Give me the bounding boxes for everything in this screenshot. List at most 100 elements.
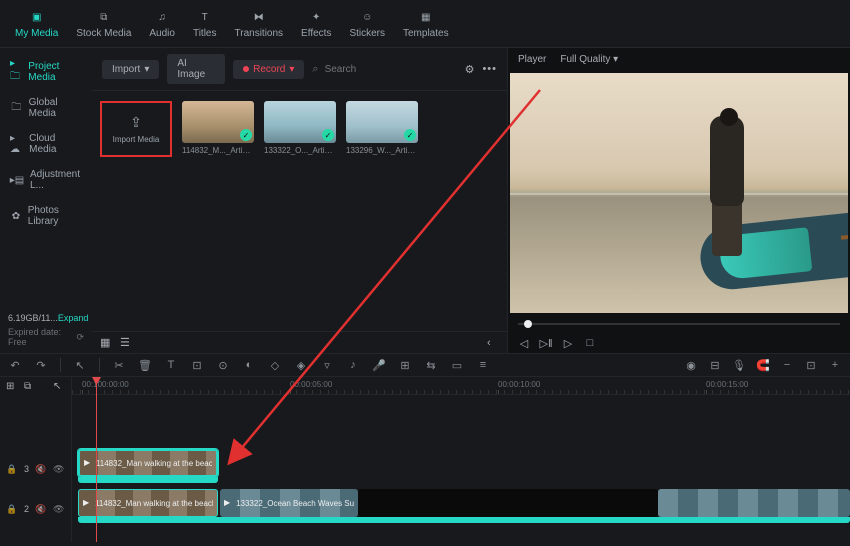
sidebar-item-global-media[interactable]: 🗀 Global Media — [0, 90, 92, 126]
tab-label: Effects — [301, 28, 331, 39]
marker-icon[interactable]: ▿ — [320, 359, 334, 372]
timeline-ruler[interactable]: 00:100:00:00 00:00:05:00 00:00:10:00 00:… — [72, 377, 850, 395]
adjust-icon[interactable]: ⇆ — [424, 359, 438, 372]
sidebar-label: Project Media — [28, 61, 82, 83]
preview-content — [672, 116, 792, 296]
track-icon[interactable]: ≡ — [476, 359, 490, 371]
mixer-icon[interactable]: ◉ — [684, 359, 698, 372]
timeline-tracks-area[interactable]: 00:100:00:00 00:00:05:00 00:00:10:00 00:… — [72, 377, 850, 542]
quality-dropdown[interactable]: Full Quality ▾ — [560, 54, 618, 65]
tab-stickers[interactable]: ☺ Stickers — [340, 4, 394, 43]
group-icon[interactable]: ⊞ — [398, 359, 412, 372]
import-button[interactable]: Import ▾ — [102, 60, 159, 79]
speed-icon[interactable]: ⊙ — [216, 359, 230, 372]
ruler-tick: 00:100:00:00 — [82, 380, 129, 389]
mute-icon[interactable]: 🔇 — [35, 464, 47, 475]
sidebar-item-adjustment[interactable]: ▸▤ Adjustment L... — [0, 162, 92, 198]
record-button[interactable]: Record ▾ — [233, 60, 304, 79]
timeline-clip[interactable]: ▶ 114832_Man walking at the beach at — [78, 449, 218, 477]
pointer-icon[interactable]: ↖ — [73, 359, 87, 372]
mic-icon[interactable]: 🎙 — [732, 359, 746, 372]
preview-title: Player — [518, 54, 546, 65]
redo-icon[interactable]: ↷ — [34, 359, 48, 372]
ai-image-button[interactable]: AI Image — [167, 54, 225, 84]
voice-icon[interactable]: 🎤 — [372, 359, 386, 372]
mask-icon[interactable]: ◇ — [268, 359, 282, 372]
timeline-clip[interactable]: ▶ 114832_Man walking at the beach at — [78, 489, 218, 517]
ruler-tick: 00:00:15:00 — [706, 380, 748, 389]
tab-my-media[interactable]: ▣ My Media — [6, 4, 67, 43]
clip-label: 114832_Man walking at the beach at — [96, 459, 212, 468]
tab-effects[interactable]: ✦ Effects — [292, 4, 340, 43]
zoom-out-icon[interactable]: − — [780, 359, 794, 372]
text-icon[interactable]: T — [164, 359, 178, 371]
lock-icon[interactable]: 🔒 — [6, 464, 18, 475]
detach-audio-icon[interactable]: ♪ — [346, 359, 360, 371]
timeline-clip[interactable] — [358, 489, 658, 517]
track-header[interactable]: 🔒 3 🔇 👁 — [0, 453, 71, 485]
preview-canvas[interactable] — [510, 73, 848, 313]
audio-meter-icon[interactable]: ⊟ — [708, 359, 722, 372]
timeline-option-icon[interactable]: ⊞ — [6, 381, 18, 392]
mute-icon[interactable]: 🔇 — [35, 504, 47, 515]
color-icon[interactable]: ◐ — [242, 359, 256, 371]
tab-transitions[interactable]: ⧓ Transitions — [226, 4, 293, 43]
eye-icon[interactable]: 👁 — [53, 504, 65, 515]
zoom-in-icon[interactable]: + — [828, 359, 842, 372]
play-icon[interactable]: ▷ — [562, 337, 574, 349]
search-input[interactable] — [325, 64, 457, 75]
sidebar-storage-info: 6.19GB/11... Expand Expired date: Free ⟳ — [0, 307, 92, 353]
filter-icon[interactable]: ⚙ — [465, 63, 475, 76]
photos-icon: ✿ — [10, 209, 22, 223]
lock-icon[interactable]: 🔒 — [6, 504, 18, 515]
playhead[interactable] — [96, 377, 97, 542]
snap-icon[interactable]: 🧲 — [756, 359, 770, 372]
link-icon[interactable]: ⧉ — [24, 381, 36, 392]
tab-titles[interactable]: T Titles — [184, 4, 226, 43]
tab-audio[interactable]: ♫ Audio — [140, 4, 184, 43]
more-icon[interactable]: ••• — [482, 63, 497, 75]
clip-audio-strip[interactable] — [78, 517, 850, 523]
media-toolbar: Import ▾ AI Image Record ▾ ⌕ ⚙ ••• — [92, 48, 507, 91]
sidebar-label: Global Media — [29, 97, 82, 119]
eye-icon[interactable]: 👁 — [53, 464, 65, 475]
preview-scrubber[interactable] — [508, 315, 850, 333]
crop-icon[interactable]: ⊡ — [190, 359, 204, 372]
cut-icon[interactable]: ✂ — [112, 359, 126, 372]
refresh-icon[interactable]: ⟳ — [76, 332, 84, 343]
list-view-icon[interactable]: ☰ — [120, 336, 132, 349]
media-thumb[interactable]: ✓ 114832_M..._Artist_4K — [182, 101, 254, 155]
grid-view-icon[interactable]: ▦ — [100, 336, 112, 349]
sidebar-item-photos[interactable]: ✿ Photos Library — [0, 198, 92, 234]
delete-icon[interactable]: 🗑 — [138, 359, 152, 372]
sidebar-label: Photos Library — [28, 205, 82, 227]
folder-icon: ▸🗀 — [10, 65, 22, 79]
chevron-down-icon: ▾ — [144, 64, 149, 75]
render-icon[interactable]: ▭ — [450, 359, 464, 372]
layer-icon: ▸▤ — [10, 173, 24, 187]
cursor-icon[interactable]: ↖ — [53, 381, 65, 392]
undo-icon[interactable]: ↶ — [8, 359, 22, 372]
btn-label: AI Image — [177, 58, 215, 80]
timeline-clip[interactable]: ▶ 133322_Ocean Beach Waves Surfer — [220, 489, 358, 517]
prev-frame-icon[interactable]: ◁ — [518, 337, 530, 349]
zoom-fit-icon[interactable]: ⊡ — [804, 359, 818, 372]
expand-link[interactable]: Expand — [58, 313, 89, 323]
sidebar-item-project-media[interactable]: ▸🗀 Project Media — [0, 54, 92, 90]
collapse-icon[interactable]: ‹ — [487, 337, 499, 349]
keyframe-icon[interactable]: ◈ — [294, 359, 308, 372]
play-pause-icon[interactable]: ▷‖ — [540, 337, 552, 349]
search-field[interactable]: ⌕ — [312, 63, 456, 76]
media-thumb[interactable]: ✓ 133296_W..._Artist_4K — [346, 101, 418, 155]
clip-type-icon: ▶ — [83, 498, 92, 508]
clip-audio-strip[interactable] — [78, 477, 218, 483]
timeline-clip[interactable] — [658, 489, 850, 517]
sidebar-item-cloud-media[interactable]: ▸☁ Cloud Media — [0, 126, 92, 162]
import-media-card[interactable]: ⇪ Import Media — [100, 101, 172, 157]
tab-stock-media[interactable]: ⧉ Stock Media — [67, 4, 140, 43]
scrubber-handle[interactable] — [524, 320, 532, 328]
media-thumb[interactable]: ✓ 133322_O..._Artist_4K — [264, 101, 336, 155]
stop-icon[interactable]: □ — [584, 337, 596, 349]
tab-templates[interactable]: ▦ Templates — [394, 4, 458, 43]
track-header[interactable]: 🔒 2 🔇 👁 — [0, 493, 71, 525]
